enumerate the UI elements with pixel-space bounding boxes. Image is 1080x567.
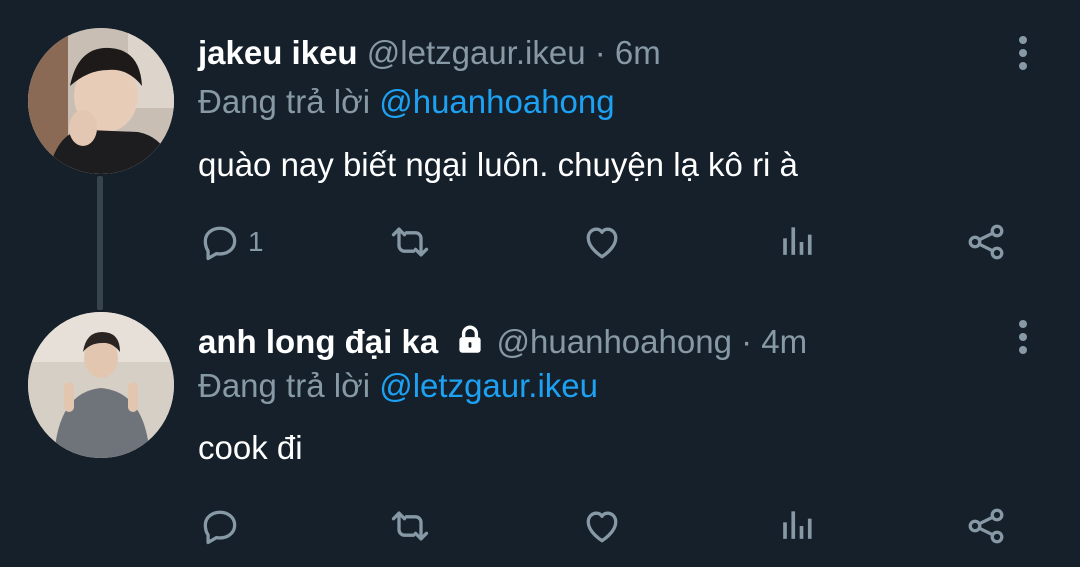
reply-button[interactable]: 1 <box>198 217 264 267</box>
timestamp[interactable]: 4m <box>761 323 807 360</box>
heart-icon <box>586 511 618 543</box>
more-options-button[interactable] <box>1018 320 1028 359</box>
more-dot <box>1019 346 1027 354</box>
user-handle[interactable]: @letzgaur.ikeu <box>367 34 586 71</box>
replying-to-label: Đang trả lời <box>198 83 371 120</box>
reply-icon <box>203 226 237 261</box>
share-button[interactable] <box>964 501 1008 551</box>
like-button[interactable] <box>580 501 624 551</box>
tweet[interactable]: jakeu ikeu @letzgaur.ikeu · 6m Đang trả … <box>0 0 1080 290</box>
display-name[interactable]: jakeu ikeu <box>198 34 358 71</box>
replying-to-line: Đang trả lời @letzgaur.ikeu <box>198 366 598 406</box>
separator-dot: · <box>741 323 753 360</box>
retweet-button[interactable] <box>388 217 432 267</box>
user-handle[interactable]: @huanhoahong <box>497 323 732 360</box>
reply-icon <box>203 510 237 545</box>
more-dot <box>1019 333 1027 341</box>
more-options-button[interactable] <box>1018 36 1028 75</box>
stats-icon <box>783 511 812 539</box>
retweet-icon <box>391 227 429 257</box>
tweet-text: quào nay biết ngại luôn. chuyện lạ kô ri… <box>198 146 798 183</box>
display-name[interactable]: anh long đại ka <box>198 323 438 360</box>
replying-to-line: Đang trả lời @huanhoahong <box>198 82 615 122</box>
heart-icon <box>586 227 618 259</box>
avatar[interactable] <box>28 312 174 458</box>
tweet[interactable]: anh long đại ka @huanhoahong · 4m Đang t… <box>0 290 1080 567</box>
lock-icon <box>459 325 481 353</box>
mention-link[interactable]: @huanhoahong <box>379 83 614 120</box>
mention-link[interactable]: @letzgaur.ikeu <box>379 367 598 404</box>
view-stats-button[interactable] <box>774 501 818 551</box>
more-dot <box>1019 62 1027 70</box>
stats-icon <box>783 227 812 255</box>
retweet-button[interactable] <box>388 501 432 551</box>
more-vertical-icon <box>1019 320 1027 328</box>
tweet-text: cook đi <box>198 429 303 466</box>
action-bar: 1 <box>0 217 1080 267</box>
tweet-header: jakeu ikeu @letzgaur.ikeu · 6m <box>198 33 661 73</box>
view-stats-button[interactable] <box>774 217 818 267</box>
more-dot <box>1019 49 1027 57</box>
action-bar <box>0 501 1080 551</box>
share-icon <box>968 508 1004 544</box>
reply-count: 1 <box>248 226 264 257</box>
tweet-header: anh long đại ka @huanhoahong · 4m <box>198 322 807 362</box>
like-button[interactable] <box>580 217 624 267</box>
share-button[interactable] <box>964 217 1008 267</box>
avatar[interactable] <box>28 28 174 174</box>
replying-to-label: Đang trả lời <box>198 367 371 404</box>
retweet-icon <box>391 511 429 541</box>
share-icon <box>968 224 1004 260</box>
reply-button[interactable] <box>198 501 242 551</box>
separator-dot: · <box>594 34 606 71</box>
timestamp[interactable]: 6m <box>615 34 661 71</box>
more-vertical-icon <box>1019 36 1027 44</box>
